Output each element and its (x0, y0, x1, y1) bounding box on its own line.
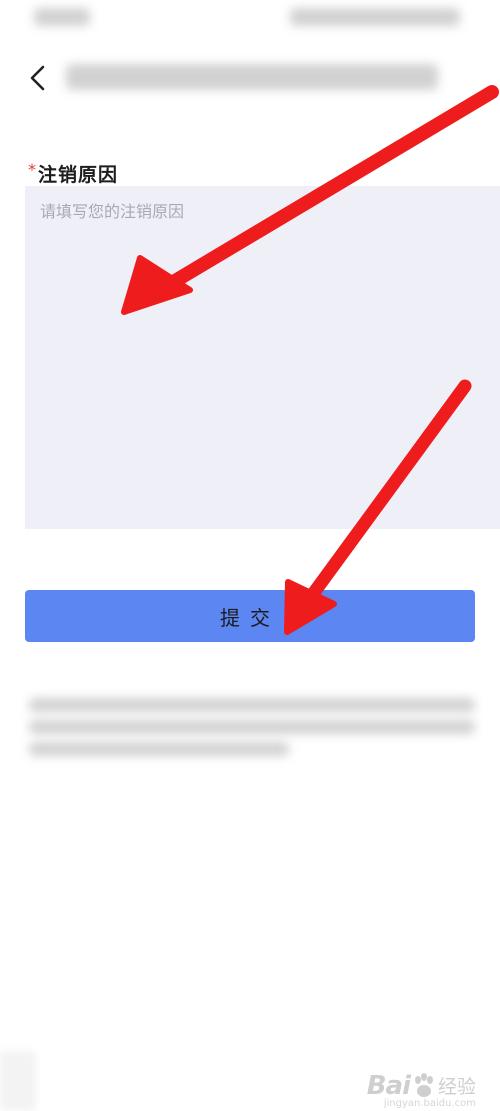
required-mark: * (28, 160, 37, 179)
reason-input-container (25, 186, 500, 529)
header-title-blurred (66, 64, 438, 90)
status-bar (0, 0, 500, 36)
reason-textarea[interactable] (25, 186, 500, 529)
paw-icon (414, 1073, 433, 1097)
watermark-brand-cn: 经验 (437, 1076, 476, 1098)
baidu-jingyan-watermark: Bai 经验 jingyan.baidu.com (366, 1071, 476, 1109)
watermark-domain: jingyan.baidu.com (383, 1098, 476, 1109)
notice-text-blurred (25, 692, 475, 762)
watermark-brand: Bai (366, 1071, 411, 1101)
submit-button[interactable]: 提交 (25, 590, 475, 642)
corner-shade (0, 1051, 36, 1111)
back-chevron-icon (30, 65, 45, 91)
status-icons-blurred (290, 8, 460, 26)
status-time-blurred (34, 8, 90, 26)
reason-label-text: 注销原因 (38, 164, 119, 186)
reason-label: *注销原因 (28, 160, 118, 187)
back-button[interactable] (18, 58, 58, 98)
